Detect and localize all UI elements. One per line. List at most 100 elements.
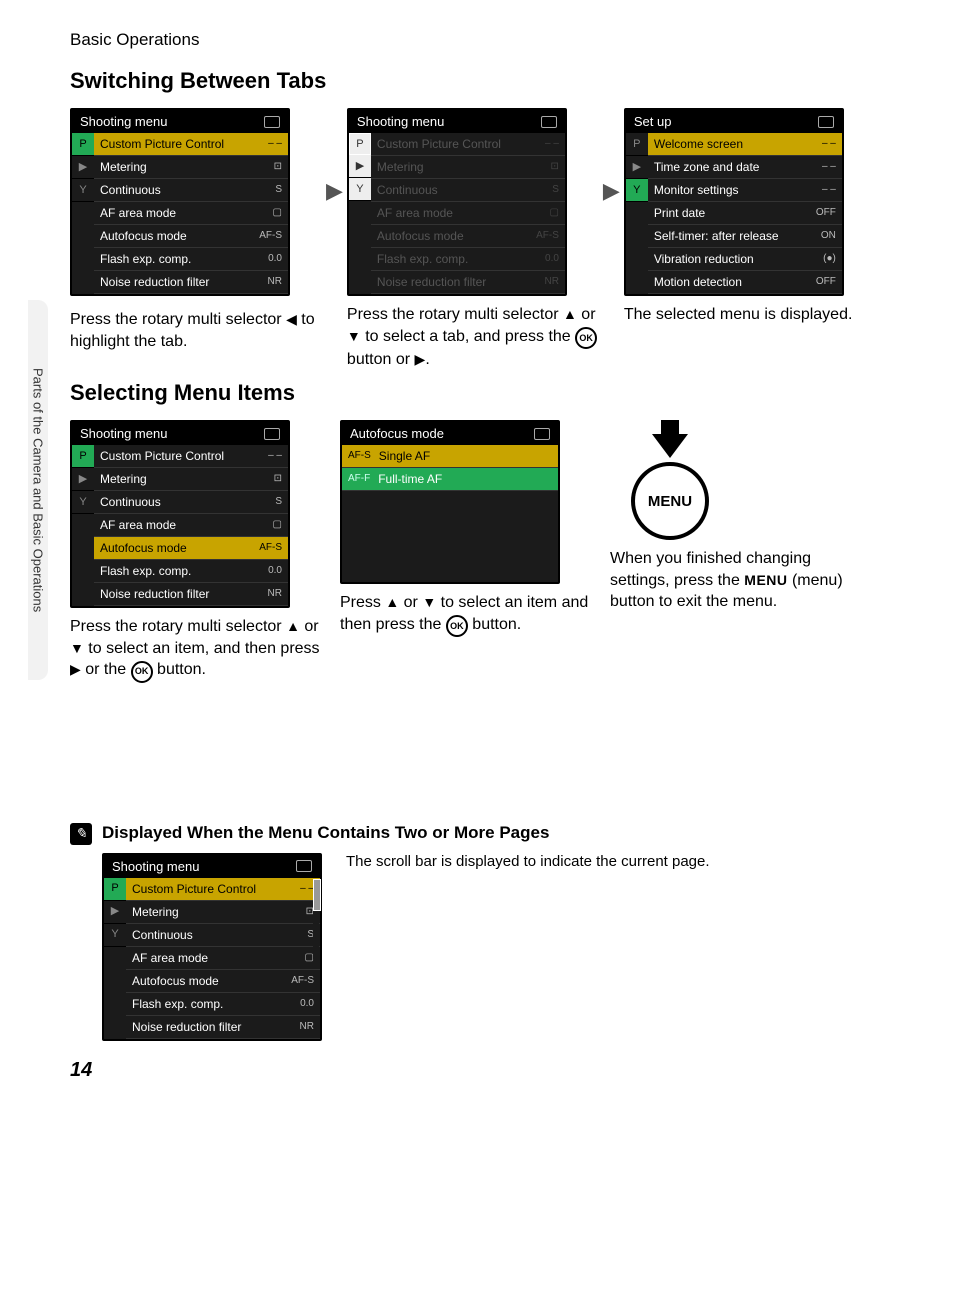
tab-p-icon: P <box>72 133 94 156</box>
tab-column: P ▶ Y <box>104 878 126 1039</box>
menu-button-diagram: MENU <box>610 420 730 540</box>
note-text: The scroll bar is displayed to indicate … <box>346 853 710 870</box>
ok-button-icon: OK <box>575 327 597 349</box>
shooting-menu-screen-1: Shooting menu P ▶ Y Custom Picture Contr… <box>70 108 290 296</box>
menu-list: Custom Picture Control– –Metering⊡Contin… <box>371 133 565 294</box>
card-icon <box>264 116 280 128</box>
shooting-menu-screen-scroll: Shooting menu P ▶ Y Custom Picture Contr… <box>102 853 322 1041</box>
tab-column: P ▶ Y <box>72 133 94 294</box>
note-title: Displayed When the Menu Contains Two or … <box>102 823 904 843</box>
card-icon <box>534 428 550 440</box>
menu-item: Noise reduction filterNR <box>94 583 288 606</box>
menu-item: AF area mode▢ <box>94 514 288 537</box>
tab-play-icon: ▶ <box>626 156 648 179</box>
tab-wrench-icon: Y <box>72 179 94 202</box>
menu-item: ContinuousS <box>371 179 565 202</box>
menu-button-icon: MENU <box>631 462 709 540</box>
note-pencil-icon: ✎ <box>70 823 92 845</box>
menu-item: Metering⊡ <box>94 468 288 491</box>
tab-p-icon: P <box>349 133 371 155</box>
tab-play-icon: ▶ <box>104 901 126 924</box>
menu-item: AF area mode▢ <box>371 202 565 225</box>
menu-item: Motion detectionOFF <box>648 271 842 294</box>
menu-item: Flash exp. comp.0.0 <box>126 993 320 1016</box>
tab-play-icon: ▶ <box>72 156 94 179</box>
menu-title: Shooting menu <box>80 115 167 128</box>
side-tab: Parts of the Camera and Basic Operations <box>28 300 48 680</box>
menu-item: Custom Picture Control– – <box>94 445 288 468</box>
menu-item: Autofocus modeAF-S <box>94 225 288 248</box>
page-number: 14 <box>70 1059 904 1082</box>
breadcrumb: Basic Operations <box>70 30 904 50</box>
menu-item: ContinuousS <box>126 924 320 947</box>
tab-column: P ▶ Y <box>349 133 371 294</box>
right-icon: ▶ <box>70 662 81 676</box>
down-arrow-icon <box>652 434 688 458</box>
tab-column: P ▶ Y <box>626 133 648 294</box>
side-tab-label: Parts of the Camera and Basic Operations <box>31 368 46 612</box>
menu-item: Noise reduction filterNR <box>371 271 565 294</box>
scrollbar-thumb <box>313 879 321 911</box>
down-icon: ▼ <box>347 329 361 343</box>
tab-wrench-icon: Y <box>349 178 371 201</box>
down-icon: ▼ <box>70 641 84 655</box>
section-title-1: Switching Between Tabs <box>70 68 904 94</box>
menu-item: Monitor settings– – <box>648 179 842 202</box>
menu-item: Metering⊡ <box>126 901 320 924</box>
menu-item: Metering⊡ <box>94 156 288 179</box>
menu-item: Autofocus modeAF-S <box>371 225 565 248</box>
autofocus-mode-screen: Autofocus mode AF-SSingle AFAF-FFull-tim… <box>340 420 560 584</box>
menu-item: Noise reduction filterNR <box>94 271 288 294</box>
menu-list: Custom Picture Control– –Metering⊡Contin… <box>94 133 288 294</box>
caption-1-1: Press the rotary multi selector ◀ to hig… <box>70 309 322 352</box>
up-icon: ▲ <box>385 595 399 609</box>
menu-item: Flash exp. comp.0.0 <box>94 560 288 583</box>
caption-1-3: The selected menu is displayed. <box>624 304 876 326</box>
menu-item: ContinuousS <box>94 179 288 202</box>
section-title-2: Selecting Menu Items <box>70 380 904 406</box>
option-list: AF-SSingle AFAF-FFull-time AF <box>342 445 558 491</box>
menu-item: ContinuousS <box>94 491 288 514</box>
ok-button-icon: OK <box>131 661 153 683</box>
left-icon: ◀ <box>286 312 297 326</box>
setup-menu-screen: Set up P ▶ Y Welcome screen– –Time zone … <box>624 108 844 296</box>
menu-item: Autofocus modeAF-S <box>94 537 288 560</box>
card-icon <box>296 860 312 872</box>
flow-arrow-icon: ▶ <box>326 178 343 204</box>
caption-1-2: Press the rotary multi selector ▲ or ▼ t… <box>347 304 599 370</box>
menu-title: Shooting menu <box>80 427 167 440</box>
menu-item: Time zone and date– – <box>648 156 842 179</box>
option-item: AF-SSingle AF <box>342 445 558 468</box>
card-icon <box>541 116 557 128</box>
menu-list: Custom Picture Control– –Metering⊡Contin… <box>126 878 320 1039</box>
menu-title: Shooting menu <box>357 115 444 128</box>
card-icon <box>264 428 280 440</box>
menu-item: Custom Picture Control– – <box>126 878 320 901</box>
menu-item: Custom Picture Control– – <box>371 133 565 156</box>
menu-item: Welcome screen– – <box>648 133 842 156</box>
ok-button-icon: OK <box>446 615 468 637</box>
menu-title: Shooting menu <box>112 860 199 873</box>
shooting-menu-screen-3: Shooting menu P ▶ Y Custom Picture Contr… <box>70 420 290 608</box>
tab-wrench-icon: Y <box>72 491 94 514</box>
right-icon: ▶ <box>415 352 426 366</box>
menu-item: Autofocus modeAF-S <box>126 970 320 993</box>
menu-item: AF area mode▢ <box>94 202 288 225</box>
caption-2-1: Press the rotary multi selector ▲ or ▼ t… <box>70 616 322 682</box>
tab-p-icon: P <box>72 445 94 468</box>
caption-2-2: Press ▲ or ▼ to select an item and then … <box>340 592 592 637</box>
tab-play-icon: ▶ <box>72 468 94 491</box>
menu-item: Flash exp. comp.0.0 <box>371 248 565 271</box>
up-icon: ▲ <box>286 619 300 633</box>
card-icon <box>818 116 834 128</box>
tab-wrench-icon: Y <box>626 179 648 202</box>
menu-item: Vibration reduction(●) <box>648 248 842 271</box>
menu-title: Set up <box>634 115 672 128</box>
scrollbar <box>313 879 319 959</box>
tab-p-icon: P <box>626 133 648 156</box>
option-item: AF-FFull-time AF <box>342 468 558 491</box>
menu-list: Welcome screen– –Time zone and date– –Mo… <box>648 133 842 294</box>
shooting-menu-screen-2: Shooting menu P ▶ Y Custom Picture Contr… <box>347 108 567 296</box>
tab-wrench-icon: Y <box>104 924 126 947</box>
menu-item: Metering⊡ <box>371 156 565 179</box>
